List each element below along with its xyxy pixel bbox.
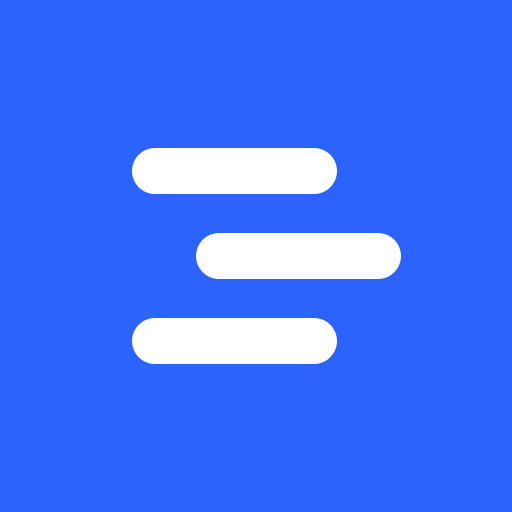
- app-logo-icon: [0, 0, 512, 512]
- logo-bar-bottom: [132, 318, 337, 364]
- logo-bar-middle: [196, 233, 401, 279]
- logo-bar-top: [132, 148, 337, 194]
